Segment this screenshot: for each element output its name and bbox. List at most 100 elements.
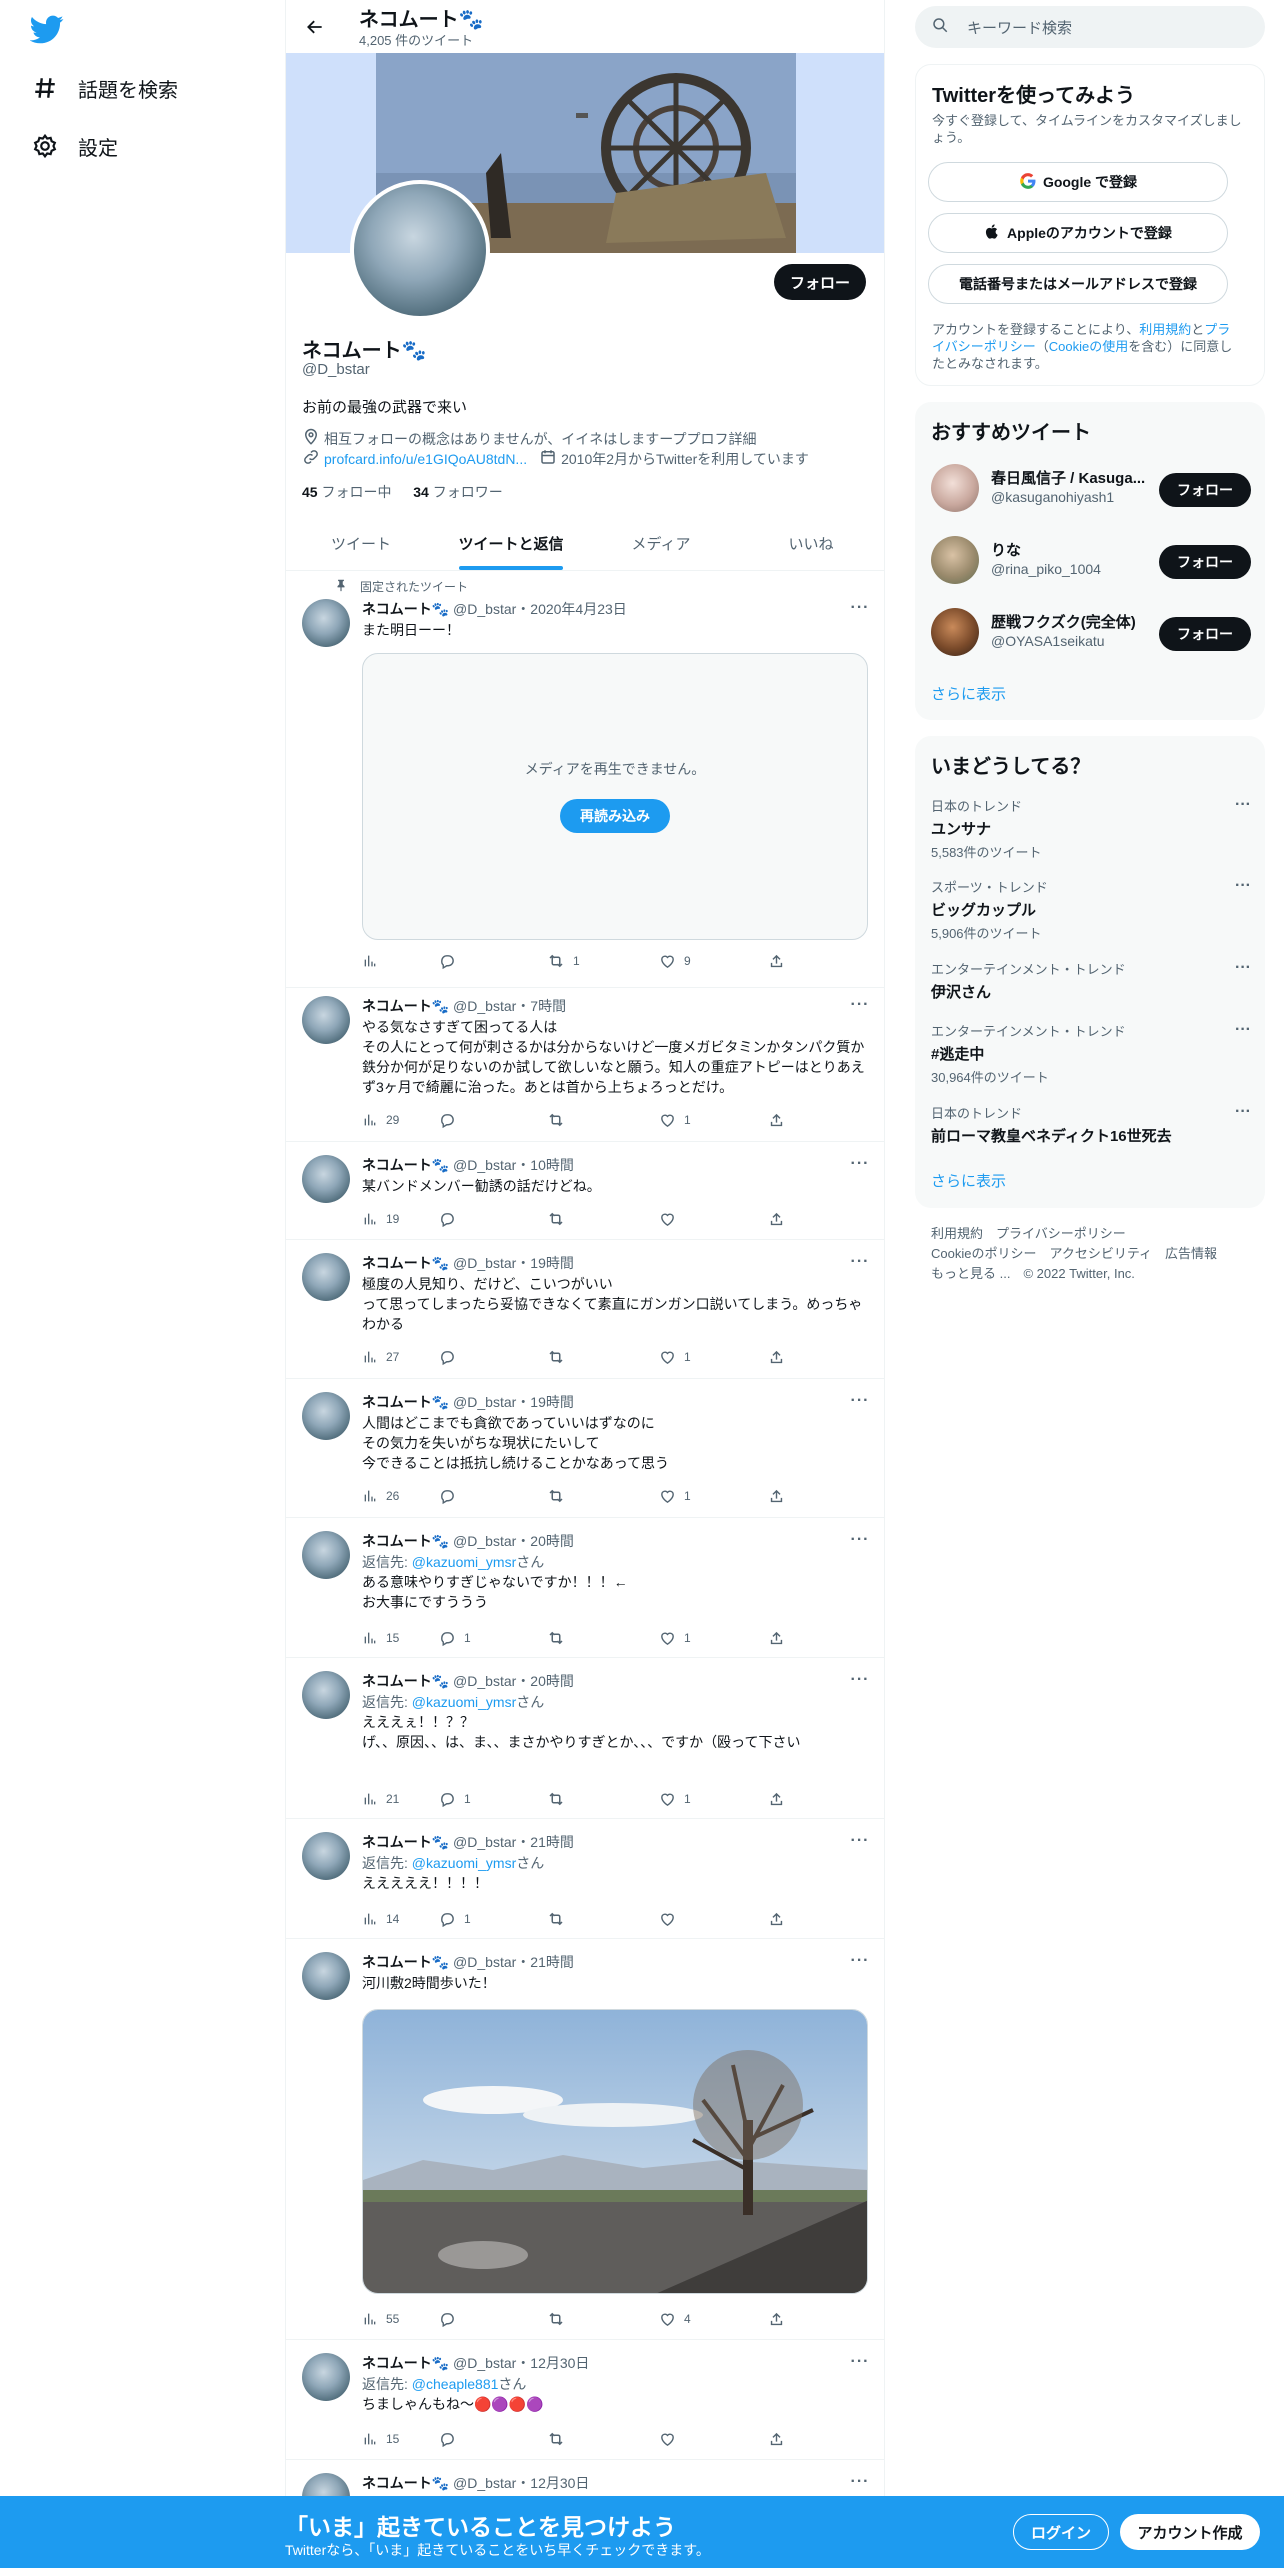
like-action[interactable]: 9: [659, 951, 691, 971]
like-action[interactable]: 1: [659, 1628, 691, 1648]
reply-action[interactable]: [439, 1209, 464, 1229]
more-icon[interactable]: ···: [1235, 959, 1251, 977]
more-icon[interactable]: ···: [1235, 877, 1251, 895]
recommended-user[interactable]: 春日風信子 / Kasuga... @kasuganohiyash1 フォロー: [931, 464, 1251, 514]
reply-to-link[interactable]: @cheaple881: [412, 2376, 499, 2392]
share-action[interactable]: [768, 1909, 793, 1929]
followers-link[interactable]: 34 フォロワー: [413, 484, 502, 500]
reply-to-link[interactable]: @kazuomi_ymsr: [412, 1694, 516, 1710]
profile-avatar[interactable]: [350, 180, 490, 320]
tweet-item[interactable]: ネコムート🐾 @D_bstar・7時間 ··· やる気なさすぎて困ってる人は そ…: [286, 988, 884, 1142]
tweet-author[interactable]: ネコムート🐾: [362, 998, 449, 1014]
reload-button[interactable]: 再読み込み: [560, 799, 670, 833]
nav-settings[interactable]: 設定: [30, 126, 118, 166]
more-icon[interactable]: ···: [850, 1253, 870, 1273]
views-action[interactable]: 15: [362, 1628, 399, 1648]
nav-explore[interactable]: 話題を検索: [30, 68, 178, 108]
user-avatar[interactable]: [931, 464, 979, 512]
retweet-action[interactable]: [547, 2309, 573, 2329]
reply-action[interactable]: [439, 1347, 464, 1367]
tweet-author[interactable]: ネコムート🐾: [362, 1954, 449, 1970]
reply-action[interactable]: [439, 1110, 464, 1130]
views-action[interactable]: 29: [362, 1110, 399, 1130]
share-action[interactable]: [768, 1628, 793, 1648]
more-icon[interactable]: ···: [850, 1531, 870, 1551]
user-avatar[interactable]: [931, 536, 979, 584]
reply-to-link[interactable]: @kazuomi_ymsr: [412, 1554, 516, 1570]
tweet-item[interactable]: ネコムート🐾 @D_bstar・12月30日 ··· 返信先: @cheaple…: [286, 2340, 884, 2460]
retweet-action[interactable]: [547, 1909, 573, 1929]
tab-tweets[interactable]: ツイート: [286, 516, 436, 570]
tab-likes[interactable]: いいね: [736, 516, 884, 570]
tweet-item[interactable]: ネコムート🐾 @D_bstar・19時間 ··· 人間はどこまでも貪欲であってい…: [286, 1379, 884, 1518]
more-icon[interactable]: ···: [1235, 796, 1251, 814]
tweet-avatar[interactable]: [302, 1155, 350, 1203]
like-action[interactable]: [659, 1909, 684, 1929]
follow-button[interactable]: フォロー: [1159, 473, 1251, 507]
views-action[interactable]: 55: [362, 2309, 399, 2329]
share-action[interactable]: [768, 2429, 793, 2449]
tweet-author[interactable]: ネコムート🐾: [362, 1834, 449, 1850]
more-icon[interactable]: ···: [850, 1952, 870, 1972]
cookie-link[interactable]: Cookieの使用: [1049, 339, 1128, 354]
show-more-link[interactable]: さらに表示: [931, 1170, 1006, 1191]
tweet-avatar[interactable]: [302, 599, 350, 647]
reply-action[interactable]: [439, 951, 464, 971]
like-action[interactable]: [659, 1209, 684, 1229]
tweet-avatar[interactable]: [302, 1952, 350, 2000]
apple-signup-button[interactable]: Appleのアカウントで登録: [928, 213, 1228, 253]
more-icon[interactable]: ···: [850, 1671, 870, 1691]
footer-line-3[interactable]: もっと見る ... © 2022 Twitter, Inc.: [931, 1264, 1251, 1284]
more-icon[interactable]: ···: [1235, 1103, 1251, 1121]
tweet-author[interactable]: ネコムート🐾: [362, 1157, 449, 1173]
more-icon[interactable]: ···: [850, 1832, 870, 1852]
trend-item[interactable]: 日本のトレンド 前ローマ教皇ベネディクト16世死去 ···: [931, 1103, 1251, 1146]
user-name[interactable]: りな: [991, 539, 1146, 560]
follow-button[interactable]: フォロー: [1159, 545, 1251, 579]
terms-link[interactable]: 利用規約: [1139, 322, 1191, 337]
footer-line-2[interactable]: Cookieのポリシー アクセシビリティ 広告情報: [931, 1244, 1251, 1264]
tab-media[interactable]: メディア: [586, 516, 736, 570]
trend-item[interactable]: 日本のトレンド ユンサナ 5,583件のツイート ···: [931, 796, 1251, 861]
trend-item[interactable]: エンターテインメント・トレンド #逃走中 30,964件のツイート ···: [931, 1021, 1251, 1086]
views-action[interactable]: 21: [362, 1789, 399, 1809]
create-account-button[interactable]: アカウント作成: [1120, 2514, 1260, 2550]
profile-url[interactable]: profcard.info/u/e1GIQoAU8tdN...: [324, 451, 527, 467]
reply-to-link[interactable]: @kazuomi_ymsr: [412, 1855, 516, 1871]
like-action[interactable]: 1: [659, 1347, 691, 1367]
share-action[interactable]: [768, 1209, 793, 1229]
tweet-item[interactable]: ネコムート🐾 @D_bstar・10時間 ··· 某バンドメンバー勧誘の話だけど…: [286, 1142, 884, 1240]
more-icon[interactable]: ···: [850, 996, 870, 1016]
tweet-avatar[interactable]: [302, 1392, 350, 1440]
views-action[interactable]: 15: [362, 2429, 399, 2449]
tweet-avatar[interactable]: [302, 1531, 350, 1579]
tweet-avatar[interactable]: [302, 1832, 350, 1880]
retweet-action[interactable]: [547, 1110, 573, 1130]
show-more-link[interactable]: さらに表示: [931, 683, 1006, 704]
reply-action[interactable]: 1: [439, 1789, 471, 1809]
tweet-avatar[interactable]: [302, 996, 350, 1044]
reply-action[interactable]: 1: [439, 1628, 471, 1648]
recommended-user[interactable]: りな @rina_piko_1004 フォロー: [931, 536, 1251, 586]
reply-action[interactable]: [439, 2429, 464, 2449]
more-icon[interactable]: ···: [850, 2473, 870, 2493]
like-action[interactable]: 1: [659, 1789, 691, 1809]
retweet-action[interactable]: [547, 1347, 573, 1367]
phone-email-signup-button[interactable]: 電話番号またはメールアドレスで登録: [928, 264, 1228, 304]
views-action[interactable]: 26: [362, 1486, 399, 1506]
user-name[interactable]: 春日風信子 / Kasuga...: [991, 467, 1146, 488]
tweet-author[interactable]: ネコムート🐾: [362, 1394, 449, 1410]
tab-tweets-and-replies[interactable]: ツイートと返信: [436, 516, 586, 570]
follow-button[interactable]: フォロー: [1159, 617, 1251, 651]
more-icon[interactable]: ···: [850, 599, 870, 619]
tweet-item[interactable]: ネコムート🐾 @D_bstar・21時間 ··· 河川敷2時間歩いた！ 55 4: [286, 1939, 884, 2340]
tweet-item[interactable]: ネコムート🐾 @D_bstar・20時間 ··· 返信先: @kazuomi_y…: [286, 1658, 884, 1819]
retweet-action[interactable]: 1: [547, 951, 580, 971]
back-arrow-icon[interactable]: [300, 12, 330, 42]
tweet-item[interactable]: ネコムート🐾 @D_bstar・2020年4月23日 ··· また明日ーー！ メ…: [286, 571, 884, 988]
views-action[interactable]: [362, 951, 386, 971]
retweet-action[interactable]: [547, 2429, 573, 2449]
trend-item[interactable]: エンターテインメント・トレンド 伊沢さん ···: [931, 959, 1251, 1002]
user-avatar[interactable]: [931, 608, 979, 656]
share-action[interactable]: [768, 1347, 793, 1367]
